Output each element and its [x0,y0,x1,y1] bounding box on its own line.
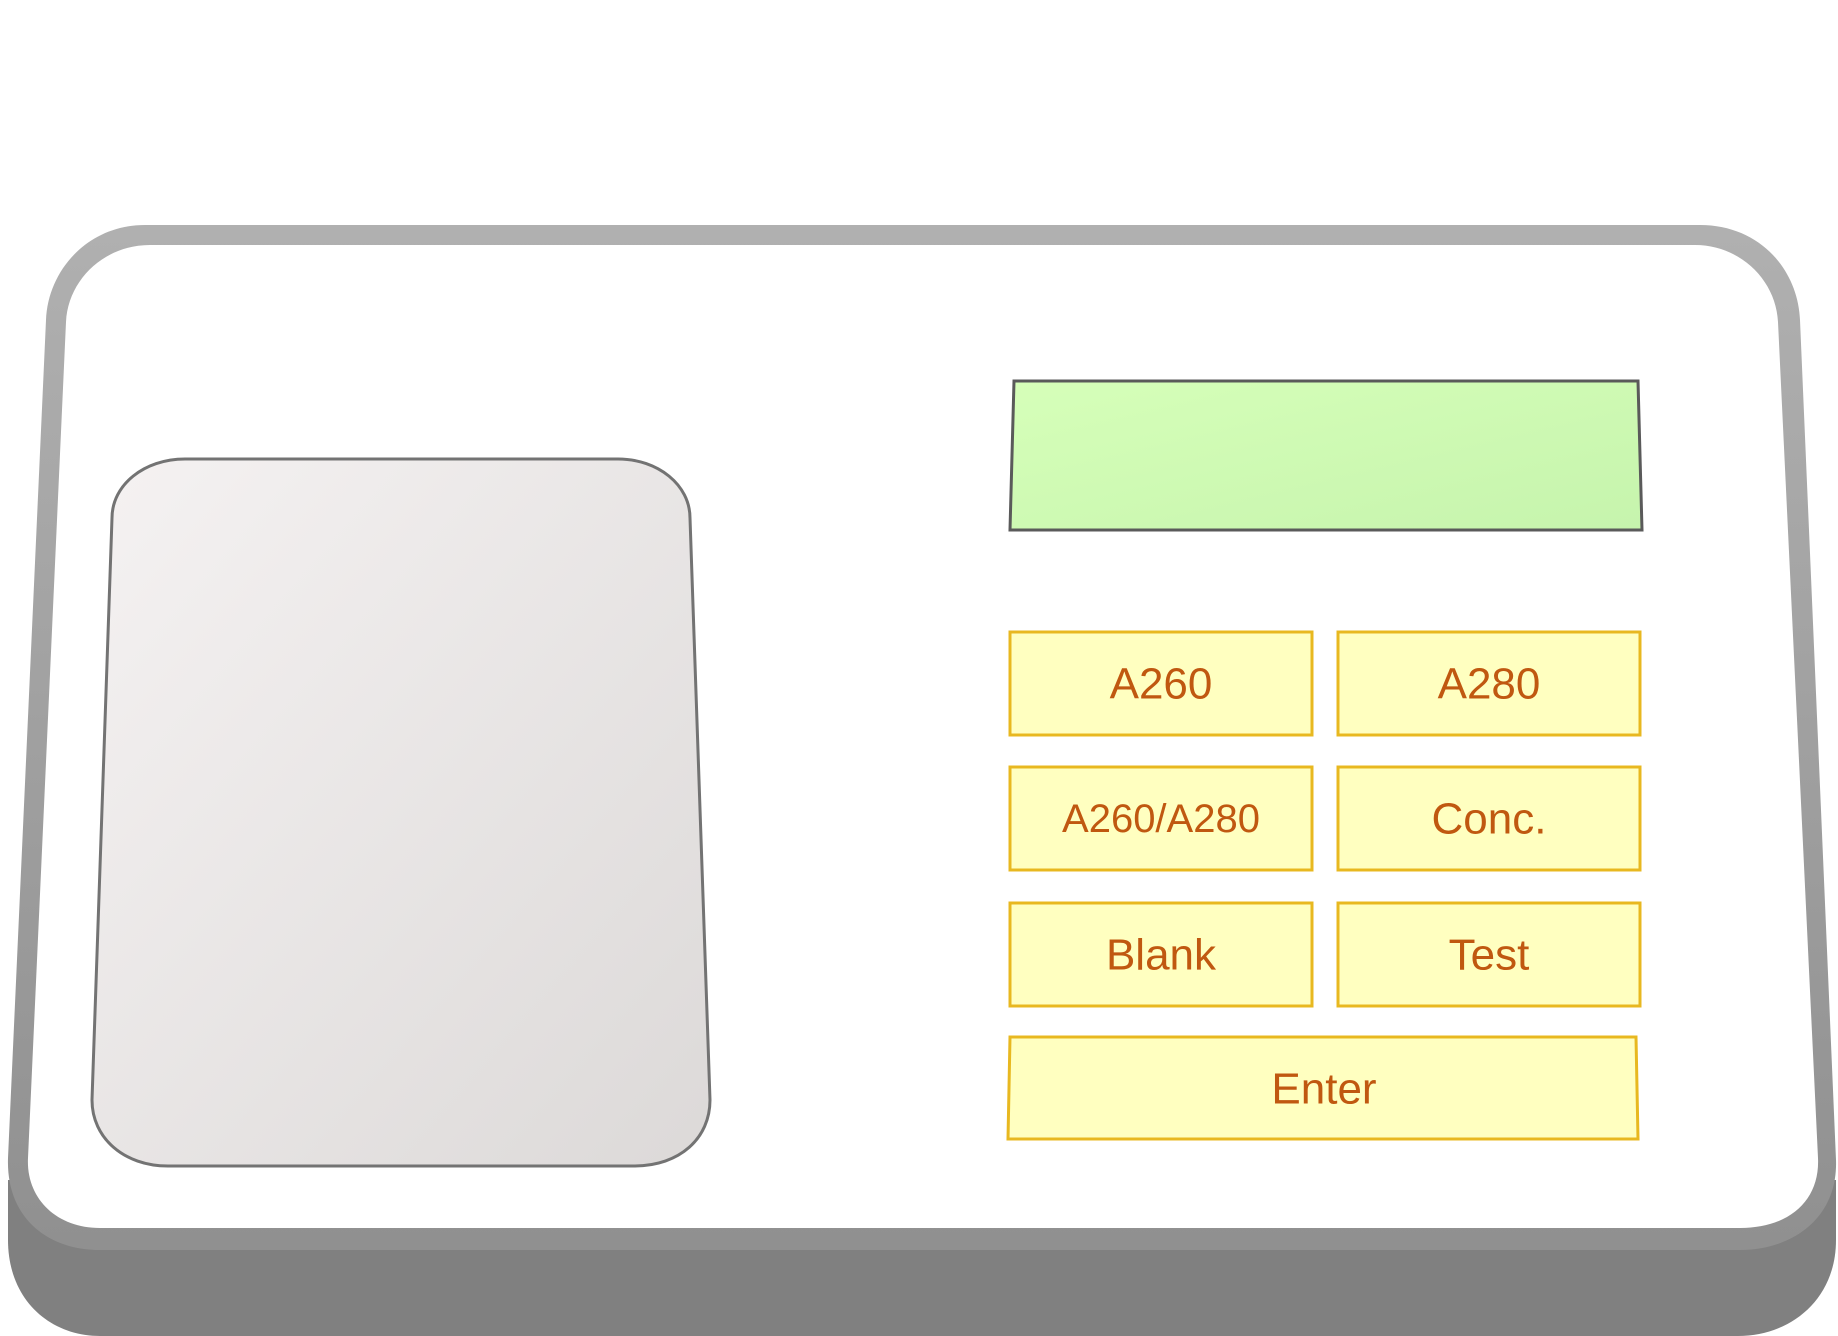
concentration-button[interactable]: Conc. [1336,765,1642,872]
blank-button[interactable]: Blank [1008,901,1314,1008]
test-button[interactable]: Test [1336,901,1642,1008]
a260-button-label: A260 [1110,660,1213,709]
a280-button[interactable]: A280 [1336,630,1642,737]
blank-button-label: Blank [1106,931,1217,980]
test-button-label: Test [1449,931,1530,980]
enter-button-label: Enter [1271,1065,1376,1114]
sample-compartment-lid[interactable] [90,457,712,1168]
a260-button[interactable]: A260 [1008,630,1314,737]
a260-a280-ratio-button[interactable]: A260/A280 [1008,765,1314,872]
a280-button-label: A280 [1438,660,1541,709]
concentration-button-label: Conc. [1432,795,1547,844]
spectrophotometer-device: A260 A280 A260/A280 Conc. Blank Test Ent… [7,225,1837,1336]
a260-a280-ratio-button-label: A260/A280 [1062,797,1260,841]
lcd-display [1008,379,1644,532]
enter-button[interactable]: Enter [1006,1035,1640,1141]
